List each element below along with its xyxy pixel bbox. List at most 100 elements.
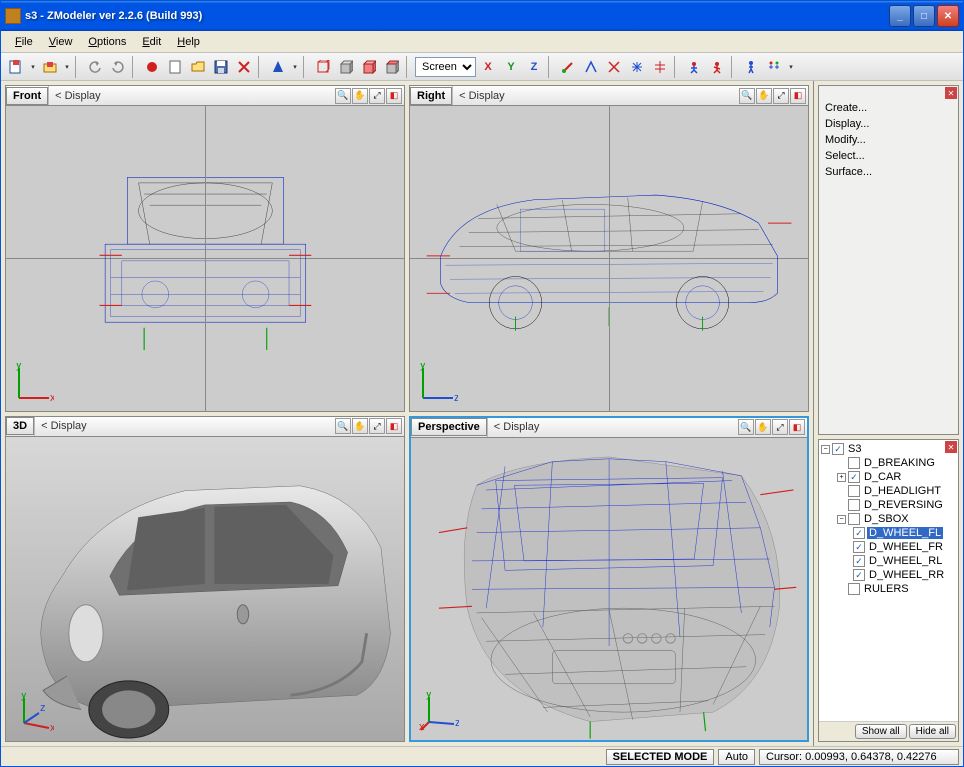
tree-checkbox[interactable] <box>848 457 860 469</box>
tree-checkbox[interactable]: ✓ <box>853 527 865 539</box>
viewport-right[interactable]: Right < Display 🔍 ✋ ⤢ ◧ <box>409 85 809 412</box>
vp-max-icon[interactable]: ◧ <box>790 88 806 104</box>
tree-toggle-icon[interactable]: + <box>837 473 846 482</box>
viewport-front-label[interactable]: Front <box>6 87 48 105</box>
tree-root[interactable]: − ✓ S3 <box>821 442 956 456</box>
menu-file[interactable]: File <box>7 34 41 50</box>
toolbar-page-icon[interactable] <box>164 56 186 78</box>
minimize-button[interactable]: _ <box>889 5 911 27</box>
tree-item-rulers[interactable]: RULERS <box>837 582 956 596</box>
maximize-button[interactable]: □ <box>913 5 935 27</box>
tree-checkbox[interactable]: ✓ <box>832 443 844 455</box>
toolbar-tool2-icon[interactable] <box>580 56 602 78</box>
toolbar-box-red-icon[interactable] <box>358 56 380 78</box>
vp-zoom-icon[interactable]: 🔍 <box>335 418 351 434</box>
toolbar-box-solid-icon[interactable] <box>335 56 357 78</box>
tree-close-icon[interactable]: ✕ <box>945 441 957 453</box>
toolbar-new-icon[interactable] <box>5 56 27 78</box>
toolbar-redo-icon[interactable] <box>107 56 129 78</box>
tree-item-car[interactable]: +✓D_CAR <box>837 470 956 484</box>
viewport-3d-label[interactable]: 3D <box>6 417 34 435</box>
vp-pan-icon[interactable]: ✋ <box>756 88 772 104</box>
show-all-button[interactable]: Show all <box>855 724 907 739</box>
viewport-front-body[interactable]: xy <box>6 106 404 411</box>
toolbar-box-wire-icon[interactable] <box>312 56 334 78</box>
tree-item-breaking[interactable]: D_BREAKING <box>837 456 956 470</box>
viewport-perspective-body[interactable]: xyz <box>411 438 807 741</box>
viewport-right-display[interactable]: < Display <box>452 86 739 105</box>
action-select[interactable]: Select... <box>819 148 958 164</box>
tree-checkbox[interactable]: ✓ <box>853 569 865 581</box>
toolbar-tool3-icon[interactable] <box>603 56 625 78</box>
vp-max-icon[interactable]: ◧ <box>789 419 805 435</box>
vp-max-icon[interactable]: ◧ <box>386 418 402 434</box>
tree-checkbox[interactable]: ✓ <box>853 541 865 553</box>
viewport-right-label[interactable]: Right <box>410 87 452 105</box>
vp-fit-icon[interactable]: ⤢ <box>772 419 788 435</box>
menu-help[interactable]: Help <box>169 34 208 50</box>
menu-view[interactable]: View <box>41 34 81 50</box>
tree-toggle-icon[interactable]: − <box>821 445 830 454</box>
toolbar-open-dropdown[interactable]: ▾ <box>62 63 72 71</box>
tree-item-wheel-fr[interactable]: ✓D_WHEEL_FR <box>853 540 956 554</box>
action-surface[interactable]: Surface... <box>819 164 958 180</box>
toolbar-y-axis[interactable]: Y <box>500 56 522 78</box>
toolbar-record-icon[interactable] <box>141 56 163 78</box>
tree-checkbox[interactable]: ✓ <box>848 471 860 483</box>
actions-close-icon[interactable]: ✕ <box>945 87 957 99</box>
toolbar-save-icon[interactable] <box>210 56 232 78</box>
toolbar-walk-icon[interactable] <box>740 56 762 78</box>
toolbar-cone-dropdown[interactable]: ▾ <box>290 63 300 71</box>
toolbar-group-dropdown[interactable]: ▾ <box>786 63 796 71</box>
toolbar-folder-icon[interactable] <box>187 56 209 78</box>
tree-checkbox[interactable] <box>848 499 860 511</box>
viewport-front-display[interactable]: < Display <box>48 86 335 105</box>
tree-root-label[interactable]: S3 <box>846 443 863 455</box>
toolbar-tool4-icon[interactable] <box>626 56 648 78</box>
toolbar-undo-icon[interactable] <box>84 56 106 78</box>
toolbar-screen-combo[interactable]: Screen <box>415 57 476 77</box>
vp-max-icon[interactable]: ◧ <box>386 88 402 104</box>
toolbar-box-mixed-icon[interactable] <box>381 56 403 78</box>
toolbar-tool5-icon[interactable] <box>649 56 671 78</box>
viewport-3d-body[interactable]: xyz <box>6 437 404 742</box>
toolbar-person2-icon[interactable] <box>706 56 728 78</box>
toolbar-group-icon[interactable] <box>763 56 785 78</box>
action-create[interactable]: Create... <box>819 100 958 116</box>
viewport-3d[interactable]: 3D < Display 🔍 ✋ ⤢ ◧ <box>5 416 405 743</box>
viewport-perspective[interactable]: Perspective < Display 🔍 ✋ ⤢ ◧ <box>409 416 809 743</box>
tree-checkbox[interactable] <box>848 583 860 595</box>
toolbar-cone-icon[interactable] <box>267 56 289 78</box>
toolbar-delete-icon[interactable] <box>233 56 255 78</box>
menu-edit[interactable]: Edit <box>134 34 169 50</box>
viewport-right-body[interactable]: zy <box>410 106 808 411</box>
viewport-3d-display[interactable]: < Display <box>34 417 335 436</box>
tree-item-reversing[interactable]: D_REVERSING <box>837 498 956 512</box>
vp-zoom-icon[interactable]: 🔍 <box>335 88 351 104</box>
vp-fit-icon[interactable]: ⤢ <box>773 88 789 104</box>
viewport-front[interactable]: Front < Display 🔍 ✋ ⤢ ◧ <box>5 85 405 412</box>
toolbar-new-dropdown[interactable]: ▾ <box>28 63 38 71</box>
toolbar-z-axis[interactable]: Z <box>523 56 545 78</box>
toolbar-tool1-icon[interactable] <box>557 56 579 78</box>
tree-item-wheel-fl[interactable]: ✓D_WHEEL_FL <box>853 526 956 540</box>
viewport-perspective-display[interactable]: < Display <box>487 418 738 437</box>
vp-fit-icon[interactable]: ⤢ <box>369 88 385 104</box>
action-display[interactable]: Display... <box>819 116 958 132</box>
viewport-perspective-label[interactable]: Perspective <box>411 418 487 436</box>
tree-item-sbox[interactable]: −D_SBOX <box>837 512 956 526</box>
tree-checkbox[interactable] <box>848 513 860 525</box>
tree-item-headlight[interactable]: D_HEADLIGHT <box>837 484 956 498</box>
tree-item-wheel-rl[interactable]: ✓D_WHEEL_RL <box>853 554 956 568</box>
vp-pan-icon[interactable]: ✋ <box>352 418 368 434</box>
toolbar-x-axis[interactable]: X <box>477 56 499 78</box>
toolbar-person1-icon[interactable] <box>683 56 705 78</box>
vp-pan-icon[interactable]: ✋ <box>755 419 771 435</box>
tree-item-wheel-rr[interactable]: ✓D_WHEEL_RR <box>853 568 956 582</box>
tree-toggle-icon[interactable]: − <box>837 515 846 524</box>
close-button[interactable]: ✕ <box>937 5 959 27</box>
vp-pan-icon[interactable]: ✋ <box>352 88 368 104</box>
vp-zoom-icon[interactable]: 🔍 <box>739 88 755 104</box>
hide-all-button[interactable]: Hide all <box>909 724 956 739</box>
vp-zoom-icon[interactable]: 🔍 <box>738 419 754 435</box>
